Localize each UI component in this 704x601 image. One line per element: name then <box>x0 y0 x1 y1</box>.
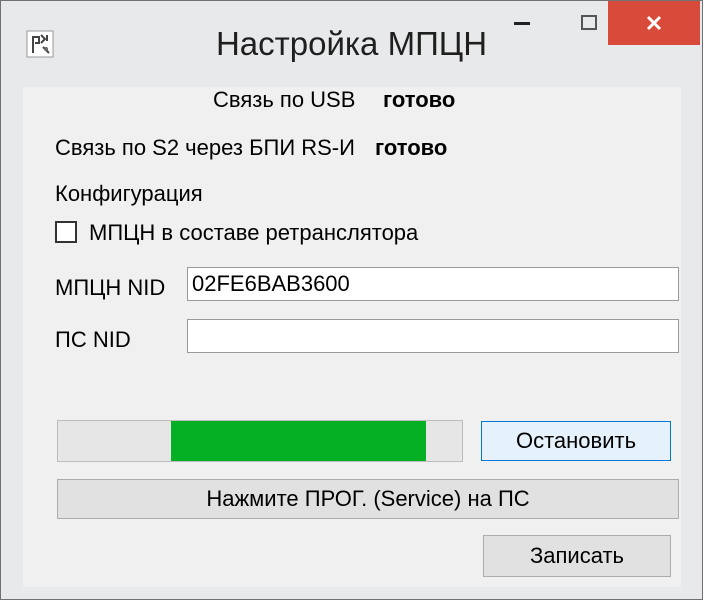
title-bar[interactable]: Настройка МПЦН <box>1 1 702 87</box>
close-button[interactable] <box>608 1 700 45</box>
progress-fill <box>171 421 426 461</box>
usb-status-value: готово <box>383 87 456 112</box>
client-area: Связь по USB готово Связь по S2 через БП… <box>23 87 681 587</box>
ps-nid-field[interactable] <box>187 319 679 353</box>
write-button[interactable]: Записать <box>483 535 671 577</box>
mpcn-nid-field[interactable]: 02FE6BAB3600 <box>187 267 679 301</box>
settings-window: Настройка МПЦН Связь по USB готово Связь… <box>0 0 703 600</box>
config-section-label: Конфигурация <box>55 181 203 206</box>
maximize-button[interactable] <box>564 1 614 45</box>
repeater-checkbox[interactable] <box>55 221 77 243</box>
service-prompt-button[interactable]: Нажмите ПРОГ. (Service) на ПС <box>57 479 679 519</box>
ps-nid-label: ПС NID <box>55 327 131 352</box>
maximize-icon <box>581 15 597 30</box>
usb-status-label: Связь по USB <box>213 87 356 112</box>
minimize-button[interactable] <box>497 1 547 45</box>
stop-button[interactable]: Остановить <box>481 421 671 461</box>
mpcn-nid-label: МПЦН NID <box>55 275 166 300</box>
progress-bar <box>57 420 463 462</box>
close-icon <box>646 15 662 31</box>
s2-status-label: Связь по S2 через БПИ RS-И <box>55 135 355 160</box>
repeater-checkbox-label[interactable]: МПЦН в составе ретранслятора <box>89 220 418 246</box>
minimize-icon <box>514 22 530 25</box>
s2-status-value: готово <box>375 135 448 160</box>
